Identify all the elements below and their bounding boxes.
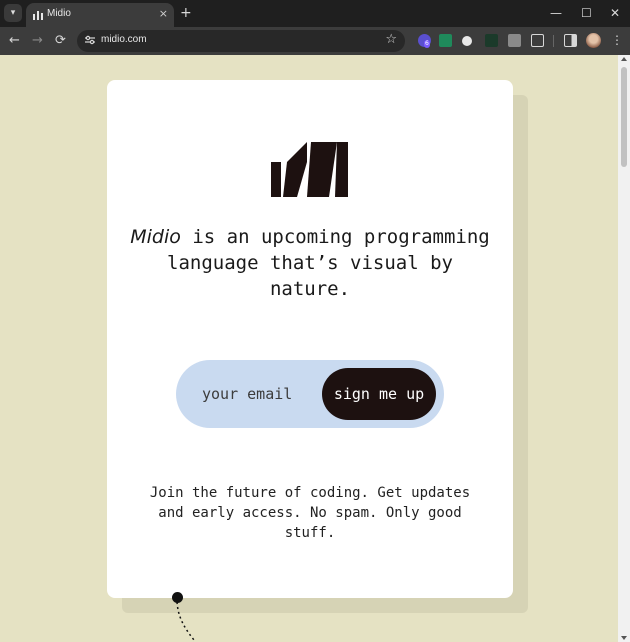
maximize-button[interactable]: ☐	[581, 5, 592, 21]
tab-midio[interactable]: Midio ×	[26, 3, 174, 27]
scroll-down-arrow-icon[interactable]	[621, 636, 627, 640]
new-tab-button[interactable]: +	[180, 5, 192, 21]
close-window-button[interactable]: ✕	[610, 5, 620, 21]
tab-close-icon[interactable]: ×	[159, 7, 168, 20]
tagline-text: is an upcoming programming language that…	[167, 226, 490, 300]
browser-tab-bar: ▾ Midio × + — ☐ ✕	[0, 0, 630, 27]
reload-icon[interactable]: ⟳	[55, 33, 66, 49]
address-bar[interactable]: midio.com ☆	[77, 30, 405, 52]
bookmark-star-icon[interactable]: ☆	[385, 32, 397, 47]
midio-logo-icon	[271, 142, 348, 197]
extension-badge-icon[interactable]: 6	[418, 34, 431, 48]
scroll-thumb[interactable]	[621, 67, 627, 167]
tagline: Midio is an upcoming programming languag…	[127, 224, 493, 302]
toolbar-divider	[553, 35, 554, 47]
back-arrow-icon[interactable]: ←	[9, 33, 20, 49]
browser-toolbar: ← → ⟳ midio.com ☆ 6 ⋮	[0, 27, 630, 55]
decorative-dotted-line	[176, 601, 195, 641]
tab-title: Midio	[47, 8, 71, 19]
puzzle-extensions-icon[interactable]	[531, 34, 544, 47]
tab-search-button[interactable]: ▾	[4, 4, 22, 22]
minimize-button[interactable]: —	[550, 5, 562, 21]
signup-form: sign me up	[176, 360, 444, 428]
chart-extension-icon[interactable]	[485, 34, 498, 47]
profile-avatar[interactable]	[586, 33, 601, 48]
circle-extension-icon[interactable]	[462, 36, 472, 46]
browser-menu-icon[interactable]: ⋮	[611, 32, 623, 48]
side-panel-icon[interactable]	[564, 34, 577, 47]
bar-chart-favicon-icon	[33, 11, 43, 20]
f-extension-icon[interactable]	[508, 34, 521, 47]
brand-name: Midio	[130, 226, 181, 248]
signup-card: Midio is an upcoming programming languag…	[107, 80, 513, 598]
scroll-up-arrow-icon[interactable]	[621, 57, 627, 61]
signup-footnote: Join the future of coding. Get updates a…	[149, 485, 471, 541]
page-viewport: Midio is an upcoming programming languag…	[0, 55, 618, 642]
extension-badge-count: 6	[424, 40, 430, 48]
page-scrollbar[interactable]	[618, 55, 630, 642]
forward-arrow-icon[interactable]: →	[32, 33, 43, 49]
sign-me-up-button[interactable]: sign me up	[322, 368, 436, 420]
s-extension-icon[interactable]	[439, 34, 452, 47]
url-text: midio.com	[101, 34, 147, 45]
email-input[interactable]	[202, 382, 322, 406]
site-settings-icon[interactable]	[84, 34, 96, 46]
